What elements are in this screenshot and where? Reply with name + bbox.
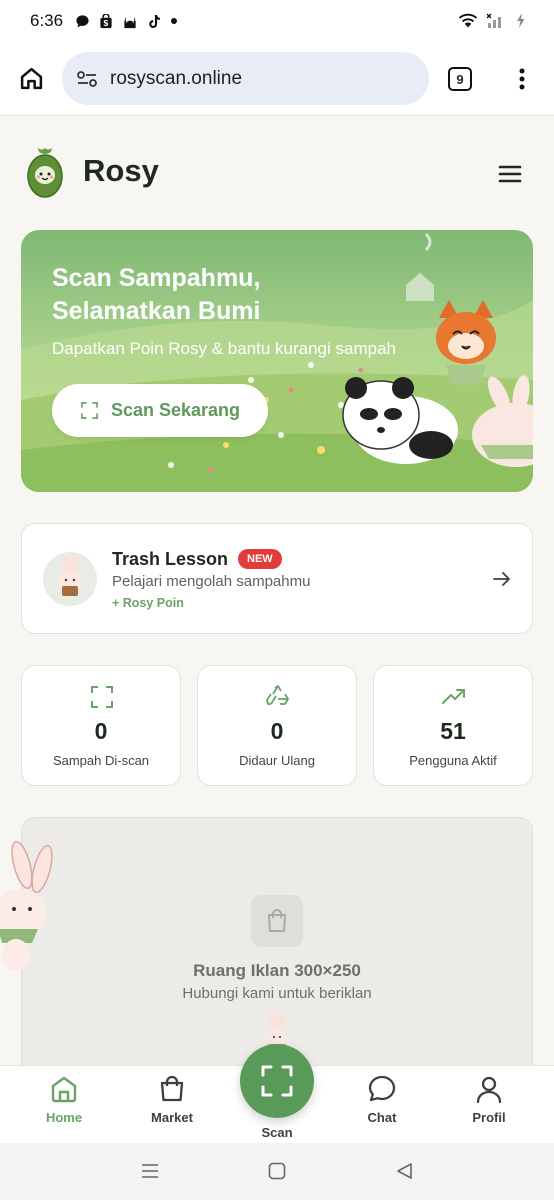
rosy-logo-icon[interactable]: [26, 145, 64, 201]
nav-profile[interactable]: Profil: [444, 1074, 534, 1125]
stat-active-users-label: Pengguna Aktif: [409, 753, 497, 768]
scan-frame-icon: [80, 401, 99, 420]
ad-subtitle: Hubungi kami untuk beriklan: [182, 985, 372, 1002]
address-bar[interactable]: rosyscan.online: [62, 52, 429, 105]
recycle-icon: [266, 685, 289, 705]
stat-scanned: 0 Sampah Di-scan: [21, 665, 181, 786]
trending-up-icon: [442, 689, 465, 704]
message-icon: [76, 14, 89, 27]
nav-chat[interactable]: Chat: [337, 1074, 427, 1125]
stat-active-users: 51 Pengguna Aktif: [373, 665, 533, 786]
lesson-points: + Rosy Poin: [112, 596, 184, 610]
tiktok-icon: [149, 14, 160, 28]
site-header: Rosy: [0, 117, 554, 227]
status-time: 6:36: [30, 11, 64, 30]
shopping-bag-icon: S: [100, 13, 112, 28]
stat-recycled: 0 Didaur Ulang: [197, 665, 357, 786]
back-icon[interactable]: [395, 1162, 413, 1180]
system-navigation-bar: [0, 1143, 554, 1200]
home-icon[interactable]: [19, 66, 44, 91]
nav-profile-label: Profil: [472, 1110, 506, 1125]
status-bar: 6:36 S: [0, 0, 554, 42]
hero-title: Scan Sampahmu, Selamatkan Bumi: [52, 264, 261, 325]
recent-apps-icon[interactable]: [141, 1163, 159, 1179]
hamburger-menu-icon[interactable]: [497, 163, 523, 185]
scan-icon: [91, 686, 113, 708]
scan-now-label: Scan Sekarang: [110, 400, 241, 420]
user-icon: [476, 1076, 502, 1104]
nav-scan-label[interactable]: Scan: [237, 1125, 317, 1140]
stat-recycled-value: 0: [270, 718, 284, 744]
scan-fab-button[interactable]: [240, 1044, 314, 1118]
shopping-bag-icon: [268, 909, 286, 932]
lesson-title: Trash Lesson: [112, 549, 229, 569]
bunny-reading-icon: [58, 556, 82, 596]
nav-home[interactable]: Home: [19, 1074, 109, 1125]
nav-market[interactable]: Market: [127, 1074, 217, 1125]
stat-active-users-value: 51: [440, 718, 466, 744]
tab-switcher-button[interactable]: 9: [448, 67, 472, 91]
svg-text:S: S: [103, 19, 108, 28]
url-text[interactable]: rosyscan.online: [110, 68, 242, 90]
stat-scanned-value: 0: [94, 718, 108, 744]
nav-market-label: Market: [151, 1110, 193, 1125]
ad-title: Ruang Iklan 300×250: [193, 961, 361, 980]
hero-subtitle: Dapatkan Poin Rosy & bantu kurangi sampa…: [52, 339, 396, 358]
site-settings-icon[interactable]: [76, 70, 98, 88]
nav-chat-label: Chat: [367, 1110, 397, 1125]
home-icon: [51, 1076, 77, 1103]
stat-scanned-label: Sampah Di-scan: [52, 753, 150, 768]
browser-toolbar: rosyscan.online 9: [0, 42, 554, 116]
lesson-avatar: [43, 552, 97, 606]
lesson-description: Pelajari mengolah sampahmu: [112, 573, 311, 590]
more-menu-icon[interactable]: [518, 68, 526, 90]
peeking-bunny-mascot: [0, 840, 53, 971]
chat-bubble-icon: [368, 1075, 396, 1102]
arrow-right-icon[interactable]: [492, 570, 512, 588]
ad-icon-box: [251, 895, 303, 947]
status-right: [458, 12, 526, 29]
stat-recycled-label: Didaur Ulang: [239, 753, 315, 768]
home-button-icon[interactable]: [268, 1162, 286, 1180]
hero-banner: Scan Sampahmu, Selamatkan Bumi Dapatkan …: [21, 230, 533, 492]
new-badge: NEW: [238, 549, 282, 569]
brand-name[interactable]: Rosy: [83, 153, 159, 189]
shopping-bag-icon: [160, 1075, 184, 1102]
signal-icon: [486, 13, 501, 28]
dot-icon: [171, 18, 178, 24]
wifi-icon: [458, 13, 478, 27]
notification-icons: S: [75, 13, 178, 29]
nav-home-label: Home: [45, 1110, 83, 1125]
scan-now-button[interactable]: Scan Sekarang: [52, 384, 268, 437]
mosque-icon: [124, 17, 136, 28]
trash-lesson-card[interactable]: Trash Lesson NEW Pelajari mengolah sampa…: [21, 523, 533, 634]
battery-charging-icon: [517, 13, 525, 28]
scan-frame-icon: [261, 1065, 293, 1097]
